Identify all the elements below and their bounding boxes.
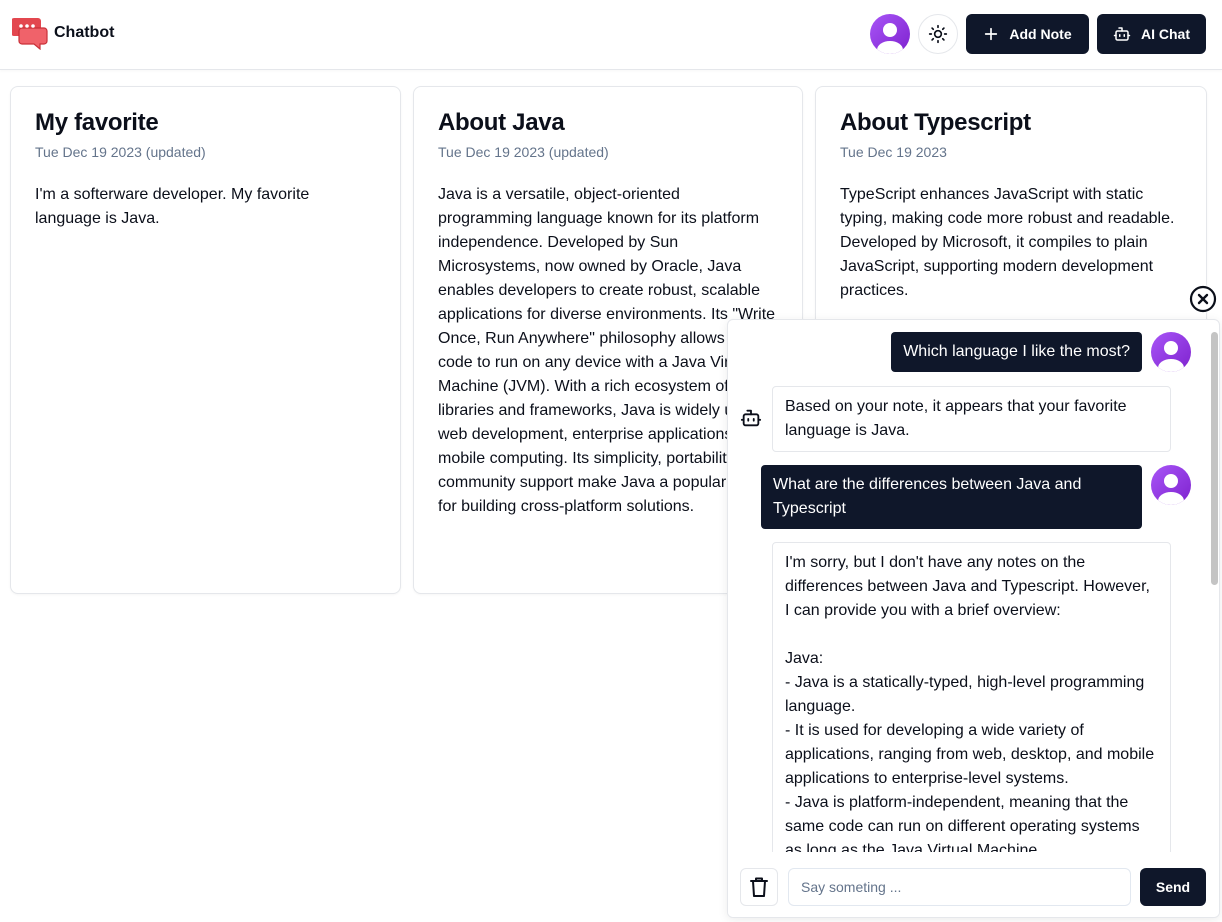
clear-chat-button[interactable]: [740, 868, 778, 906]
chat-message-user: Which language I like the most?: [891, 332, 1191, 372]
user-message-bubble: What are the differences between Java an…: [761, 465, 1142, 529]
chat-panel: Which language I like the most? Based on…: [727, 319, 1220, 918]
note-body: I'm a softerware developer. My favorite …: [35, 186, 314, 227]
chat-scrollbar-thumb[interactable]: [1211, 332, 1218, 585]
add-note-button[interactable]: Add Note: [966, 14, 1089, 54]
note-title: About Java: [438, 109, 565, 136]
bot-message-bubble: Based on your note, it appears that your…: [772, 386, 1171, 452]
chat-message-bot: Based on your note, it appears that your…: [740, 386, 1171, 452]
chat-bubbles-icon: [12, 18, 48, 50]
chat-scrollbar[interactable]: [1211, 332, 1219, 844]
app: Chatbot Add Note AI Chat My favorite Tue…: [0, 0, 1222, 922]
bot-icon: [1113, 27, 1131, 41]
theme-toggle-button[interactable]: [918, 14, 958, 54]
user-avatar-icon: [1151, 465, 1191, 505]
trash-icon: [750, 877, 768, 897]
note-card[interactable]: My favorite Tue Dec 19 2023 (updated) I'…: [10, 86, 401, 594]
note-date: Tue Dec 19 2023: [840, 144, 947, 160]
brand[interactable]: Chatbot: [12, 16, 114, 50]
top-navbar: Chatbot Add Note AI Chat: [0, 0, 1222, 70]
user-message-bubble: Which language I like the most?: [891, 332, 1142, 372]
chat-messages[interactable]: Which language I like the most? Based on…: [728, 320, 1219, 852]
bot-icon: [740, 409, 762, 427]
plus-icon: [985, 27, 998, 41]
ai-chat-label: AI Chat: [1141, 26, 1190, 42]
chat-message-bot: I'm sorry, but I don't have any notes on…: [740, 542, 1171, 852]
chat-input-row: Send: [728, 852, 1219, 917]
ai-chat-button[interactable]: AI Chat: [1097, 14, 1206, 54]
user-avatar-icon: [1151, 332, 1191, 372]
note-date: Tue Dec 19 2023 (updated): [35, 144, 206, 160]
add-note-label: Add Note: [1009, 26, 1072, 42]
brand-name: Chatbot: [54, 24, 115, 41]
chat-message-input[interactable]: [788, 868, 1131, 906]
send-button[interactable]: Send: [1140, 868, 1206, 906]
note-date: Tue Dec 19 2023 (updated): [438, 144, 609, 160]
bot-message-bubble: I'm sorry, but I don't have any notes on…: [772, 542, 1171, 852]
note-body: TypeScript enhances JavaScript with stat…: [840, 186, 1179, 299]
user-avatar-icon[interactable]: [870, 14, 910, 54]
note-title: My favorite: [35, 109, 159, 136]
chat-message-user: What are the differences between Java an…: [761, 465, 1191, 529]
sun-icon: [928, 24, 948, 44]
close-circle-icon[interactable]: [1189, 285, 1217, 313]
note-title: About Typescript: [840, 109, 1031, 136]
